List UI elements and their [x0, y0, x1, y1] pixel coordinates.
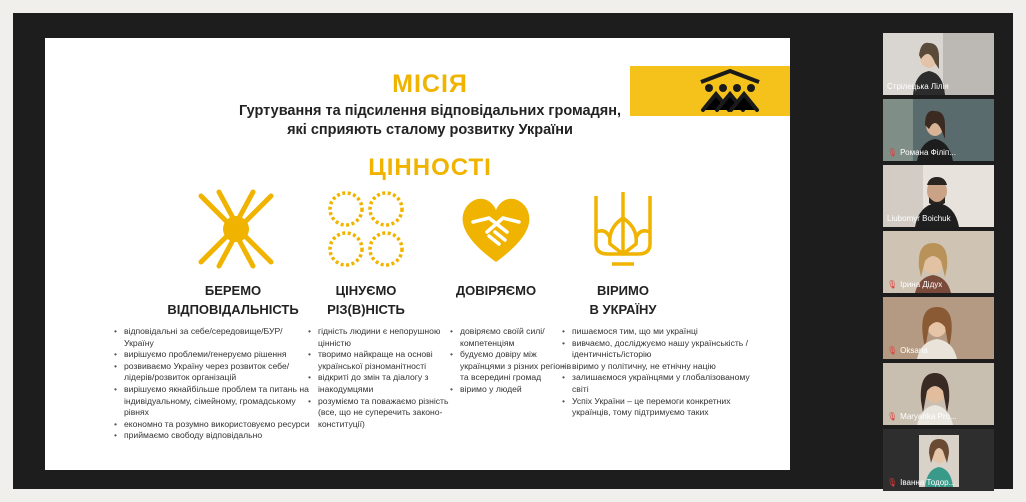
- value-title-trust: ДОВІРЯЄМО: [426, 281, 566, 300]
- participant-name-label: Романа Філіп...: [900, 148, 956, 157]
- participant-tile[interactable]: 🎙 Іванна Тодор...: [883, 429, 994, 491]
- mic-muted-icon: 🎙: [887, 148, 898, 157]
- list-item: пишаємося тим, що ми українці: [562, 326, 762, 338]
- value-list-believe-ukraine: пишаємося тим, що ми українці вивчаємо, …: [561, 326, 762, 419]
- mic-muted-icon: 🎙: [887, 280, 898, 289]
- list-item: відповідальні за себе/середовище/БУР/Укр…: [114, 326, 312, 349]
- participant-name-label: Liubomyr Boichuk: [887, 214, 951, 223]
- value-title-line: ВІРИМО: [597, 283, 649, 298]
- mic-muted-icon: 🎙: [887, 346, 898, 355]
- list-item: відкриті до змін та діалогу з інакодумця…: [308, 372, 460, 395]
- mic-muted-icon: 🎙: [887, 412, 898, 421]
- mission-line-2: які сприяють сталому розвитку України: [287, 122, 573, 138]
- value-list-trust: довіряємо своїй силі/компетенціям будуєм…: [449, 326, 572, 396]
- value-title-line: РІЗ(В)НІСТЬ: [327, 302, 405, 317]
- value-title-diversity: ЦІНУЄМО РІЗ(В)НІСТЬ: [296, 281, 436, 319]
- list-item: будуємо довіру між українцями з різних р…: [450, 349, 572, 384]
- list-item: віримо у політичну, не етнічну націю: [562, 361, 762, 373]
- value-title-line: ДОВІРЯЄМО: [455, 283, 537, 298]
- participant-name-label: Стрілецька Лілія: [887, 82, 949, 91]
- values-heading: ЦІННОСТІ: [368, 154, 492, 181]
- participant-name: 🎙 Ірина Дідух: [887, 280, 942, 290]
- value-title-line: ЦІНУЄМО: [335, 283, 397, 298]
- value-title-line: ВІДПОВІДАЛЬНІСТЬ: [167, 302, 299, 317]
- list-item: економно та розумно використовуємо ресур…: [114, 419, 312, 431]
- participant-name-label: Іванна Тодор...: [900, 478, 956, 487]
- list-item: приймаємо свободу відповідально: [114, 430, 312, 442]
- participant-name-label: Ірина Дідух: [900, 280, 943, 289]
- participant-tile[interactable]: 🎙 Ірина Дідух: [883, 231, 994, 293]
- value-title-line: В УКРАЇНУ: [589, 302, 657, 317]
- value-list-diversity: гідність людини є непорушною цінністю тв…: [307, 326, 460, 430]
- participant-name: 🎙 Oksana: [887, 346, 928, 356]
- mission-line-1: Гуртування та підсилення відповідальних …: [238, 103, 622, 119]
- participant-tile[interactable]: 🎙 Maryanka Pro...: [883, 363, 994, 425]
- participant-tile[interactable]: 🎙 Романа Філіп...: [883, 99, 994, 161]
- list-item: віримо у людей: [450, 384, 572, 396]
- participant-name: 🎙 Романа Філіп...: [887, 148, 956, 158]
- participant-name: Liubomyr Boichuk: [887, 214, 951, 224]
- list-item: розвиваємо Україну через розвиток себе/л…: [114, 361, 312, 384]
- participant-name: 🎙 Іванна Тодор...: [887, 478, 955, 488]
- list-item: вирішуємо якнайбільше проблем та питань …: [114, 384, 312, 419]
- list-item: довіряємо своїй силі/компетенціям: [450, 326, 572, 349]
- participant-name-label: Maryanka Pro...: [900, 412, 957, 421]
- list-item: розуміємо та поважаємо різність (все, що…: [308, 396, 460, 431]
- participant-name-label: Oksana: [900, 346, 928, 355]
- trident-icon: [594, 192, 652, 266]
- list-item: вирішуємо проблеми/генеруємо рішення: [114, 349, 312, 361]
- value-title-line: БЕРЕМО: [204, 283, 262, 298]
- shared-screen-slide: МІСІЯ Гуртування та підсилення відповіда…: [45, 38, 790, 470]
- participant-name: 🎙 Maryanka Pro...: [887, 412, 957, 422]
- four-circles-icon: [328, 191, 404, 267]
- hands-together-icon: [198, 189, 274, 269]
- heart-handshake-icon: [462, 198, 530, 262]
- participant-tile[interactable]: Стрілецька Лілія: [883, 33, 994, 95]
- participant-tile-active-speaker[interactable]: Liubomyr Boichuk: [883, 165, 994, 227]
- participant-tile[interactable]: 🎙 Oksana: [883, 297, 994, 359]
- list-item: Успіх України – це перемоги конкретних у…: [562, 396, 762, 419]
- list-item: залишаємося українцями у глобалізованому…: [562, 372, 762, 395]
- mission-heading: МІСІЯ: [392, 70, 468, 98]
- value-title-believe-ukraine: ВІРИМО В УКРАЇНУ: [553, 281, 693, 319]
- list-item: гідність людини є непорушною цінністю: [308, 326, 460, 349]
- participant-name: Стрілецька Лілія: [887, 82, 949, 92]
- mission-statement: Гуртування та підсилення відповідальних …: [45, 102, 790, 140]
- value-list-responsibility: відповідальні за себе/середовище/БУР/Укр…: [113, 326, 312, 442]
- value-title-responsibility: БЕРЕМО ВІДПОВІДАЛЬНІСТЬ: [153, 281, 313, 319]
- video-call-window: МІСІЯ Гуртування та підсилення відповіда…: [13, 13, 1013, 491]
- mic-muted-icon: 🎙: [887, 478, 898, 487]
- list-item: творимо найкраще на основі української р…: [308, 349, 460, 372]
- list-item: вивчаємо, досліджуємо нашу українськість…: [562, 338, 762, 361]
